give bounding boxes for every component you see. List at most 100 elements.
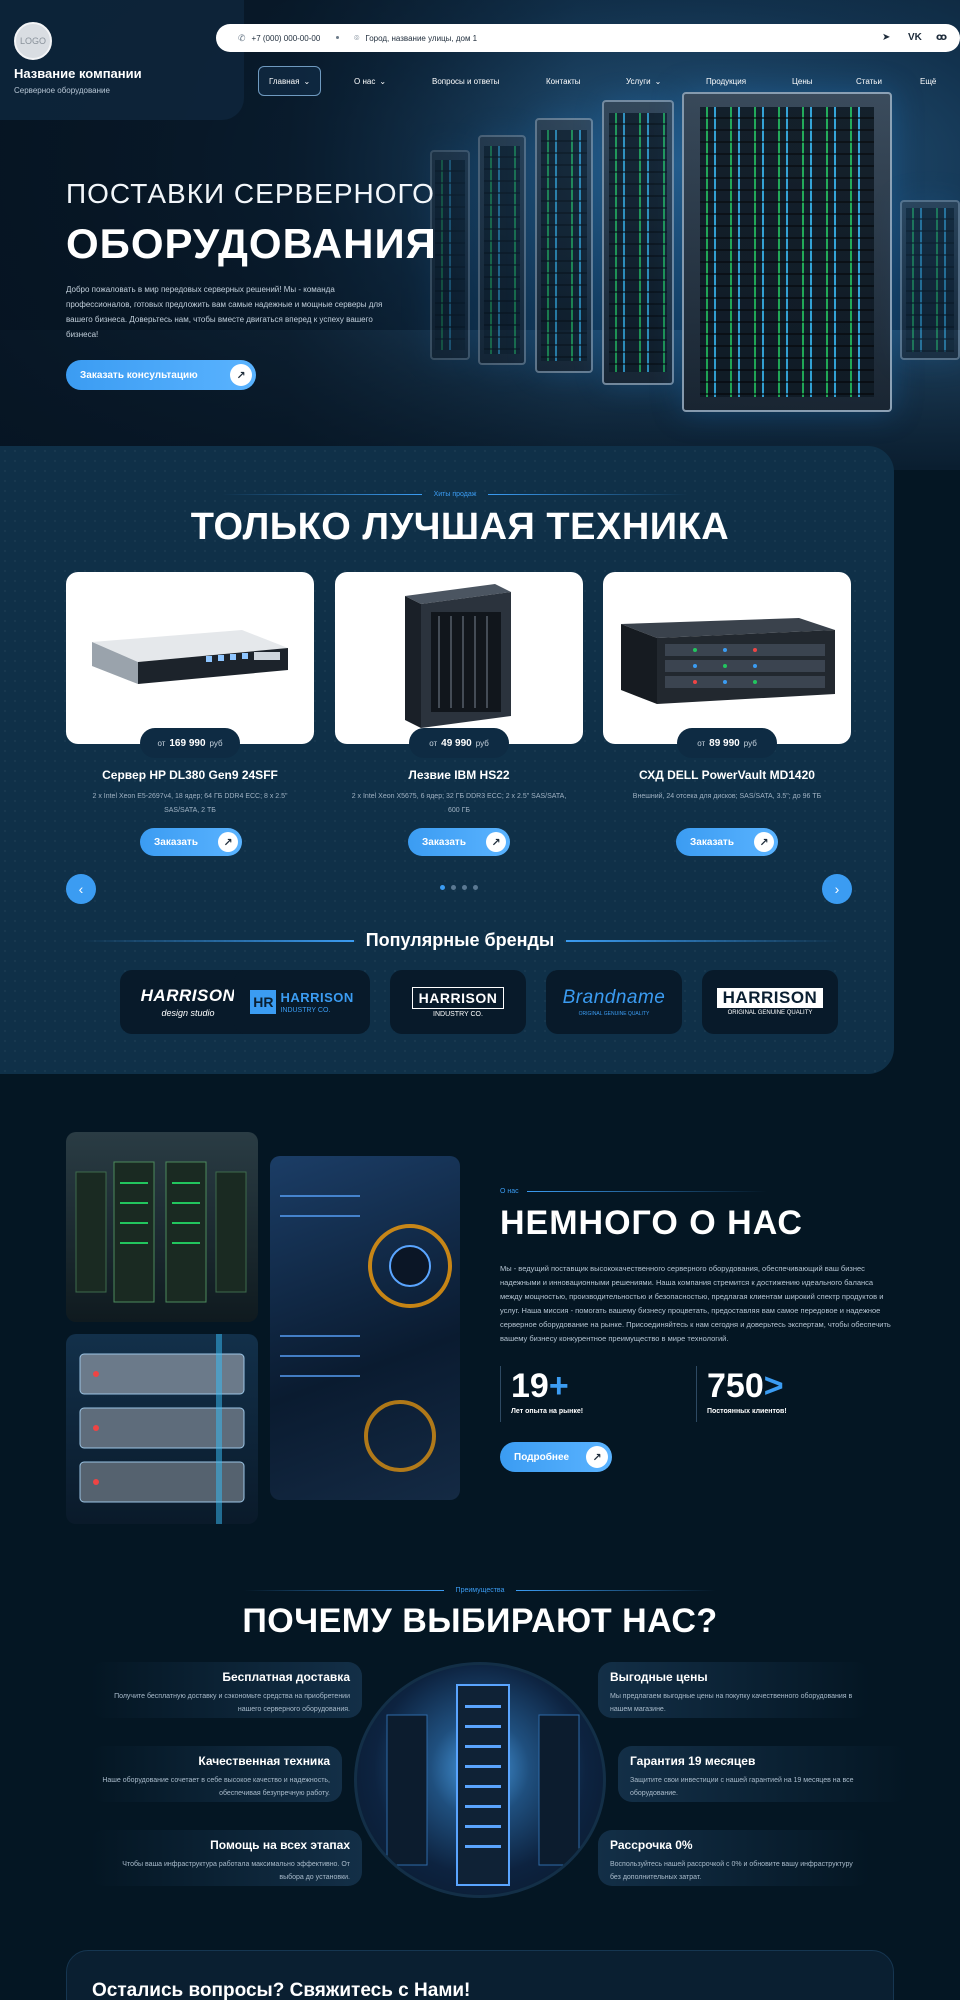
products-eyebrow: Хиты продаж bbox=[200, 488, 710, 500]
chevron-down-icon: ⌄ bbox=[379, 76, 387, 86]
nav-item-label: Главная bbox=[269, 76, 300, 86]
order-button-label: Заказать bbox=[154, 836, 198, 848]
advantage-title: Выгодные цены bbox=[610, 1670, 708, 1684]
divider bbox=[488, 493, 689, 495]
odnoklassniki-icon[interactable]: ꝏ bbox=[936, 32, 947, 43]
product-name[interactable]: Лезвие IBM HS22 bbox=[335, 768, 583, 782]
about-photo-server-units bbox=[66, 1334, 258, 1524]
contact-title: Остались вопросы? Свяжитесь с Нами! bbox=[92, 1980, 471, 2000]
nav-item-faq[interactable]: Вопросы и ответы bbox=[432, 66, 499, 96]
nav-item-label: Контакты bbox=[546, 76, 581, 86]
brands-heading: Популярные бренды bbox=[80, 930, 840, 951]
stat-suffix: + bbox=[548, 1367, 569, 1405]
brand-badge: HR bbox=[250, 990, 277, 1014]
company-name: Название компании bbox=[14, 66, 142, 81]
advantage-text: Мы предлагаем выгодные цены на покупку к… bbox=[610, 1693, 853, 1713]
divider bbox=[80, 939, 354, 942]
order-button[interactable]: Заказать ↗ bbox=[140, 828, 242, 856]
logo[interactable]: LOGO bbox=[14, 22, 52, 60]
nav-item-more[interactable]: Ещё bbox=[920, 66, 936, 96]
consultation-button[interactable]: Заказать консультацию ↗ bbox=[66, 360, 256, 390]
product-card-image[interactable] bbox=[66, 572, 314, 744]
arrow-up-right-icon: ↗ bbox=[586, 1446, 608, 1468]
advantage-item: Рассрочка 0% Воспользуйтесь нашей рассро… bbox=[598, 1830, 870, 1886]
stat-number: 19 bbox=[511, 1367, 549, 1405]
carousel-dot[interactable] bbox=[440, 885, 445, 890]
brand-tagline: INDUSTRY CO. bbox=[280, 1007, 331, 1014]
carousel-pagination bbox=[440, 885, 478, 890]
server-product-image bbox=[92, 630, 288, 684]
stat-label: Постоянных клиентов! bbox=[707, 1408, 787, 1415]
advantage-item: Гарантия 19 месяцев Защитите свои инвест… bbox=[618, 1746, 908, 1802]
product-spec: Внешний, 24 отсека для дисков; SAS/SATA,… bbox=[632, 793, 822, 800]
address-link[interactable]: ⌾ Город, название улицы, дом 1 bbox=[354, 33, 477, 44]
brand-logo[interactable]: HARRISON INDUSTRY CO. bbox=[390, 970, 526, 1034]
advantage-item: Качественная техника Наше оборудование с… bbox=[90, 1746, 342, 1802]
nav-item-label: Статьи bbox=[856, 76, 882, 86]
brand-logo[interactable]: Brandname ORIGINAL GENUINE QUALITY bbox=[546, 970, 682, 1034]
arrow-up-right-icon: ↗ bbox=[486, 832, 506, 852]
nav-item-contacts[interactable]: Контакты bbox=[546, 66, 581, 96]
chevron-down-icon: ⌄ bbox=[654, 76, 662, 86]
divider bbox=[526, 1191, 767, 1192]
product-name[interactable]: Сервер HP DL380 Gen9 24SFF bbox=[66, 768, 314, 782]
telegram-icon[interactable]: ➤ bbox=[882, 32, 890, 43]
why-title: ПОЧЕМУ ВЫБИРАЮТ НАС? bbox=[242, 1602, 718, 1640]
product-spec: 2 x Intel Xeon E5-2697v4, 18 ядер; 64 ГБ… bbox=[92, 793, 288, 814]
chevron-right-icon: › bbox=[834, 881, 840, 897]
advantage-text: Чтобы ваша инфраструктура работала макси… bbox=[122, 1861, 350, 1881]
storage-product-image bbox=[621, 618, 835, 704]
product-spec: 2 x Intel Xeon X5675, 6 ядер; 32 ГБ DDR3… bbox=[351, 793, 567, 814]
product-card-image[interactable] bbox=[335, 572, 583, 744]
advantage-text: Воспользуйтесь нашей рассрочкой с 0% и о… bbox=[610, 1861, 853, 1881]
nav-item-products[interactable]: Продукция bbox=[706, 66, 746, 96]
advantage-title: Качественная техника bbox=[198, 1754, 330, 1768]
nav-item-articles[interactable]: Статьи bbox=[856, 66, 882, 96]
brand-logo[interactable]: HARRISON ORIGINAL GENUINE QUALITY bbox=[702, 970, 838, 1034]
product-name[interactable]: СХД DELL PowerVault MD1420 bbox=[603, 768, 851, 782]
product-card-image[interactable] bbox=[603, 572, 851, 744]
carousel-dot[interactable] bbox=[451, 885, 456, 890]
price-currency: руб bbox=[743, 738, 757, 748]
advantage-title: Гарантия 19 месяцев bbox=[630, 1754, 756, 1768]
carousel-dot[interactable] bbox=[462, 885, 467, 890]
price-from: от bbox=[697, 738, 706, 748]
advantage-item: Выгодные цены Мы предлагаем выгодные цен… bbox=[598, 1662, 870, 1718]
price-from: от bbox=[429, 738, 438, 748]
order-button[interactable]: Заказать ↗ bbox=[408, 828, 510, 856]
phone-link[interactable]: ✆ +7 (000) 000-00-00 bbox=[238, 33, 320, 44]
map-pin-icon: ⌾ bbox=[354, 33, 360, 43]
stat-clients: 750> Постоянных клиентов! bbox=[696, 1366, 866, 1422]
consultation-button-label: Заказать консультацию bbox=[80, 369, 198, 381]
nav-item-services[interactable]: Услуги ⌄ bbox=[626, 66, 661, 96]
blade-server-product-image bbox=[405, 584, 511, 728]
more-button-label: Подробнее bbox=[514, 1451, 570, 1463]
separator-dot bbox=[336, 36, 339, 39]
stat-number: 750 bbox=[707, 1367, 764, 1405]
more-button[interactable]: Подробнее ↗ bbox=[500, 1442, 612, 1472]
nav-item-about[interactable]: О нас ⌄ bbox=[354, 66, 386, 96]
phone-icon: ✆ bbox=[238, 33, 246, 43]
arrow-up-right-icon: ↗ bbox=[230, 364, 252, 386]
divider bbox=[221, 493, 422, 495]
nav-item-home[interactable]: Главная ⌄ bbox=[258, 66, 322, 96]
why-eyebrow-label: Преимущества bbox=[455, 1586, 505, 1594]
brand-text: HARRISON INDUSTRY CO. bbox=[280, 990, 353, 1014]
vk-icon[interactable]: VK bbox=[908, 32, 922, 43]
price-currency: руб bbox=[209, 738, 223, 748]
brand-logo[interactable]: HR HARRISON INDUSTRY CO. bbox=[234, 970, 370, 1034]
about-eyebrow-label: О нас bbox=[500, 1188, 519, 1195]
brand-name: HARRISON bbox=[411, 986, 505, 1009]
price-badge: от 89 990 руб bbox=[677, 728, 777, 758]
price-currency: руб bbox=[475, 738, 489, 748]
brand-name: HARRISON bbox=[280, 990, 354, 1005]
about-photo-server-hall bbox=[66, 1132, 258, 1322]
carousel-next-button[interactable]: › bbox=[822, 874, 852, 904]
carousel-dot[interactable] bbox=[473, 885, 478, 890]
brand-tagline: ORIGINAL GENUINE QUALITY bbox=[578, 1011, 650, 1017]
nav-item-prices[interactable]: Цены bbox=[792, 66, 813, 96]
hero-title-line1: ПОСТАВКИ СЕРВЕРНОГО bbox=[66, 178, 435, 209]
logo-card[interactable]: LOGO Название компании Серверное оборудо… bbox=[0, 0, 244, 120]
order-button[interactable]: Заказать ↗ bbox=[676, 828, 778, 856]
carousel-prev-button[interactable]: ‹ bbox=[66, 874, 96, 904]
